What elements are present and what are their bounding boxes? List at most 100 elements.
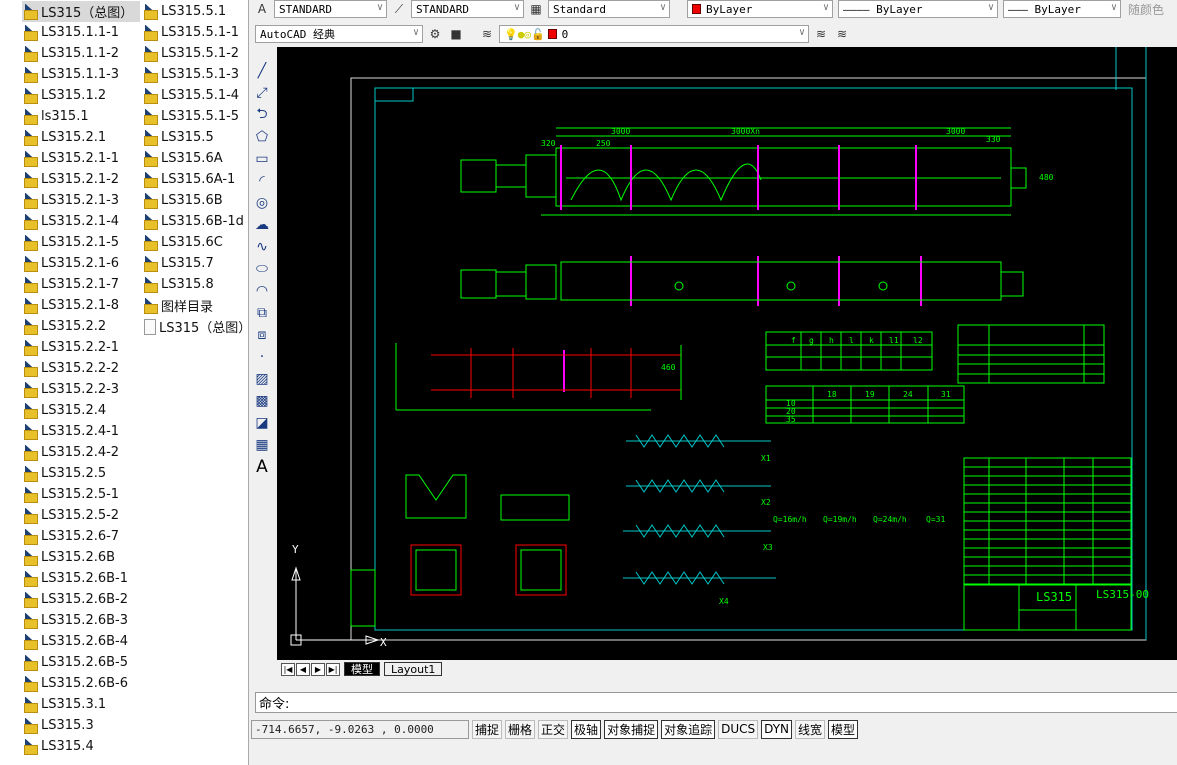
file-item[interactable]: LS315.2.2: [22, 316, 140, 337]
plot-style-select[interactable]: 随颜色: [1128, 1, 1164, 18]
file-item[interactable]: LS315.2.1-2: [22, 169, 140, 190]
workspace-settings-icon[interactable]: ⚙: [426, 25, 444, 43]
file-item[interactable]: LS315.2.1-7: [22, 274, 140, 295]
multiline-text-icon[interactable]: A: [251, 456, 273, 478]
file-item[interactable]: LS315.1.1-1: [22, 22, 140, 43]
file-item[interactable]: LS315.5.1-2: [142, 43, 248, 64]
status-toggle[interactable]: DYN: [761, 719, 793, 739]
file-item[interactable]: LS315.2.1-1: [22, 148, 140, 169]
status-toggle[interactable]: 极轴: [571, 719, 602, 739]
file-item[interactable]: LS315.2.6B-6: [22, 673, 140, 694]
file-item[interactable]: LS315.2.5-2: [22, 505, 140, 526]
dim-style-select[interactable]: STANDARD ∨: [411, 0, 524, 18]
insert-block-icon[interactable]: ⧉: [251, 302, 273, 324]
point-icon[interactable]: ·: [251, 346, 273, 368]
make-layer-current-icon[interactable]: ≋: [812, 25, 830, 43]
file-item[interactable]: LS315.2.5: [22, 463, 140, 484]
prev-tab-button[interactable]: ◀: [296, 662, 310, 676]
file-item[interactable]: LS315.6A: [142, 148, 248, 169]
file-item[interactable]: LS315.2.5-1: [22, 484, 140, 505]
tab-layout1[interactable]: Layout1: [384, 662, 443, 676]
ellipse-arc-icon[interactable]: ◠: [251, 280, 273, 302]
lineweight-select[interactable]: ——— ByLayer ∨: [1003, 0, 1121, 18]
file-item[interactable]: LS315.6B-1d: [142, 211, 248, 232]
file-item[interactable]: LS315.2.4-2: [22, 442, 140, 463]
status-toggle[interactable]: 正交: [538, 719, 569, 739]
file-item[interactable]: LS315.2.2-2: [22, 358, 140, 379]
file-item[interactable]: LS315.3.1: [22, 694, 140, 715]
dim-style-icon[interactable]: ⟋: [390, 0, 408, 18]
table-style-icon[interactable]: ▦: [527, 0, 545, 18]
table-icon[interactable]: ▦: [251, 434, 273, 456]
layer-previous-icon[interactable]: ≋: [833, 25, 851, 43]
file-item[interactable]: LS315.2.6B-1: [22, 568, 140, 589]
layer-select[interactable]: 💡●◎🔓 0 ∨: [499, 25, 809, 43]
status-toggle[interactable]: DUCS: [718, 719, 759, 739]
file-item[interactable]: LS315.5.1-1: [142, 22, 248, 43]
file-item[interactable]: LS315.2.1: [22, 127, 140, 148]
file-item[interactable]: LS315.2.6B-3: [22, 610, 140, 631]
arc-icon[interactable]: ◜: [251, 170, 273, 192]
hatch-icon[interactable]: ▨: [251, 368, 273, 390]
linetype-select[interactable]: ———— ByLayer ∨: [838, 0, 998, 18]
file-item[interactable]: LS315.2.1-8: [22, 295, 140, 316]
file-item[interactable]: LS315.1.2: [22, 85, 140, 106]
layer-manager-icon[interactable]: ≋: [478, 25, 496, 43]
file-item[interactable]: LS315.2.1-4: [22, 211, 140, 232]
file-item[interactable]: LS315.6B: [142, 190, 248, 211]
rectangle-icon[interactable]: ▭: [251, 148, 273, 170]
ellipse-icon[interactable]: ⬭: [251, 258, 273, 280]
region-icon[interactable]: ◪: [251, 412, 273, 434]
file-item[interactable]: LS315.5.1-3: [142, 64, 248, 85]
file-item[interactable]: LS315（总图）: [22, 1, 140, 22]
file-item[interactable]: LS315（总图）.d: [142, 316, 264, 337]
file-item[interactable]: LS315.5: [142, 127, 248, 148]
file-item[interactable]: LS315.2.1-6: [22, 253, 140, 274]
file-item[interactable]: LS315.8: [142, 274, 248, 295]
construction-line-icon[interactable]: ⤢: [251, 82, 273, 104]
file-item[interactable]: LS315.2.6B-5: [22, 652, 140, 673]
command-line[interactable]: 命令:: [255, 692, 1177, 713]
file-item[interactable]: LS315.6A-1: [142, 169, 248, 190]
spline-icon[interactable]: ∿: [251, 236, 273, 258]
file-item[interactable]: LS315.1.1-3: [22, 64, 140, 85]
file-item[interactable]: ls315.1: [22, 106, 140, 127]
file-item[interactable]: LS315.2.6B: [22, 547, 140, 568]
file-item[interactable]: LS315.2.6B-2: [22, 589, 140, 610]
file-item[interactable]: LS315.1.1-2: [22, 43, 140, 64]
text-style-icon[interactable]: A: [253, 0, 271, 18]
text-style-select[interactable]: STANDARD ∨: [274, 0, 387, 18]
file-item[interactable]: LS315.6C: [142, 232, 248, 253]
file-item[interactable]: LS315.2.4: [22, 400, 140, 421]
line-icon[interactable]: ╱: [251, 60, 273, 82]
next-tab-button[interactable]: ▶: [311, 662, 325, 676]
circle-icon[interactable]: ◎: [251, 192, 273, 214]
file-item[interactable]: LS315.2.1-5: [22, 232, 140, 253]
file-item[interactable]: LS315.7: [142, 253, 248, 274]
workspace-select[interactable]: AutoCAD 经典 ∨: [255, 25, 423, 43]
status-toggle[interactable]: 线宽: [795, 719, 826, 739]
drawing-canvas[interactable]: 3000 3000Xn 3000 320 250 330 480 460 f g…: [277, 47, 1177, 660]
polygon-icon[interactable]: ⬠: [251, 126, 273, 148]
file-item[interactable]: 图样目录: [142, 295, 248, 316]
file-item[interactable]: LS315.4: [22, 736, 140, 757]
file-item[interactable]: LS315.5.1: [142, 1, 248, 22]
tab-model[interactable]: 模型: [344, 662, 380, 676]
status-toggle[interactable]: 对象追踪: [661, 719, 716, 739]
file-item[interactable]: LS315.2.4-1: [22, 421, 140, 442]
status-toggle[interactable]: 对象捕捉: [604, 719, 659, 739]
status-toggle[interactable]: 栅格: [505, 719, 536, 739]
file-item[interactable]: LS315.3: [22, 715, 140, 736]
status-toggle[interactable]: 模型: [828, 719, 859, 739]
file-item[interactable]: LS315.2.1-3: [22, 190, 140, 211]
gradient-icon[interactable]: ▩: [251, 390, 273, 412]
last-tab-button[interactable]: ▶|: [326, 662, 340, 676]
file-item[interactable]: LS315.2.6B-4: [22, 631, 140, 652]
first-tab-button[interactable]: |◀: [281, 662, 295, 676]
revision-cloud-icon[interactable]: ☁: [251, 214, 273, 236]
file-item[interactable]: LS315.5.1-4: [142, 85, 248, 106]
file-item[interactable]: LS315.5.1-5: [142, 106, 248, 127]
table-style-select[interactable]: Standard ∨: [548, 0, 670, 18]
color-select[interactable]: ByLayer ∨: [687, 0, 833, 18]
file-item[interactable]: LS315.2.6-7: [22, 526, 140, 547]
